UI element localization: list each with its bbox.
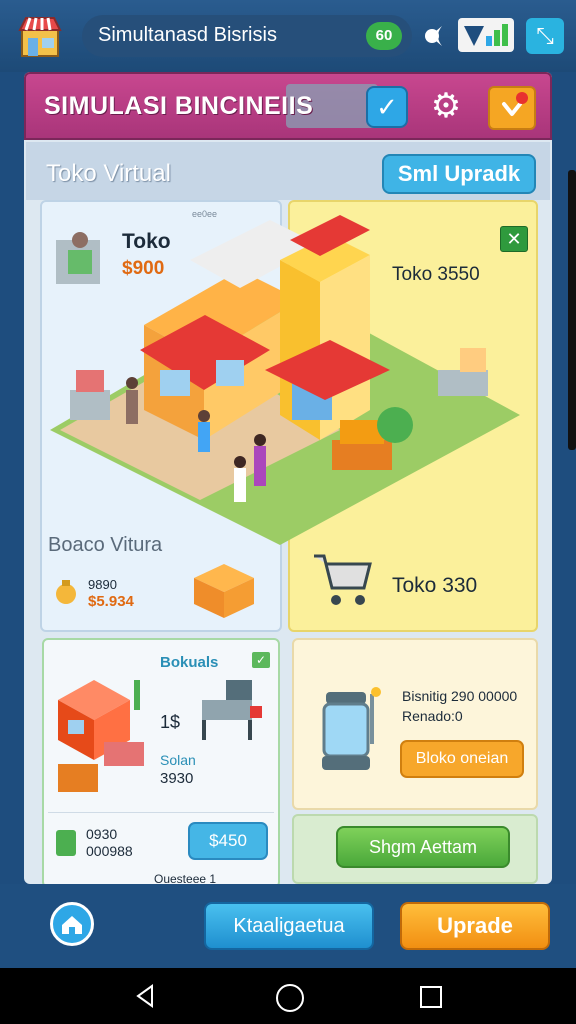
- divider: [48, 812, 274, 813]
- home-icon[interactable]: [50, 902, 94, 946]
- nav-recent-icon[interactable]: [420, 986, 442, 1008]
- toko-right-label: Toko 3550: [392, 264, 480, 285]
- coin-bag-icon: [54, 578, 78, 606]
- page-title: SIMULASI BINCINEIIS: [44, 92, 314, 120]
- toko-label: Toko: [122, 230, 171, 253]
- catalog-button[interactable]: Ktaaligaetua: [204, 902, 374, 950]
- solan-label: Solan: [160, 752, 196, 768]
- boaco-stat-1: 9890: [88, 577, 117, 592]
- coin-stat-1: 0930: [86, 826, 118, 842]
- app-title: Simultanasd Bisrisis: [98, 24, 277, 46]
- check-icon[interactable]: ✓: [252, 652, 270, 668]
- tiny-label: ee0ee: [192, 209, 218, 219]
- toko-right-label-2: Toko 330: [392, 574, 478, 597]
- back-icon[interactable]: [422, 22, 448, 50]
- upgrade-button[interactable]: Uprade: [400, 902, 550, 950]
- nav-home-icon[interactable]: [276, 984, 304, 1012]
- check-icon[interactable]: ✕: [500, 226, 528, 252]
- upgrade-top-button[interactable]: Sml Upradk: [382, 154, 536, 194]
- price-button[interactable]: $450: [188, 822, 268, 860]
- scrollbar[interactable]: [568, 170, 576, 450]
- desk-computer-icon: [192, 676, 264, 748]
- expand-icon[interactable]: ⤡: [526, 18, 564, 54]
- worker-icon: [56, 232, 100, 284]
- mini-shop-illustration: [54, 660, 154, 800]
- signal-icon: [458, 18, 514, 52]
- section-title: Toko Virtual: [46, 160, 171, 187]
- bisnis-line-2: Renado:0: [402, 708, 463, 724]
- cart-icon: [310, 548, 376, 614]
- bokuals-label: Bokuals: [160, 654, 219, 671]
- cashier-icon: [438, 348, 488, 396]
- coin-stat-2: 000988: [86, 843, 133, 859]
- boaco-label: Boaco Vitura: [48, 534, 163, 556]
- check-icon[interactable]: ✓: [366, 86, 408, 128]
- cash-icon: [56, 830, 76, 856]
- coin-badge: 60: [366, 22, 402, 50]
- heart-icon[interactable]: [488, 86, 536, 130]
- boaco-stat-2: $5.934: [88, 593, 134, 610]
- crate-icon: [190, 558, 258, 622]
- counter-icon: [70, 370, 110, 420]
- one-s-label: 1$: [160, 712, 181, 732]
- gear-icon[interactable]: ⚙: [426, 86, 466, 126]
- toko-price: $900: [122, 258, 165, 279]
- bisnis-line-1: Bisnitig 290 00000: [402, 688, 518, 704]
- store-icon[interactable]: [16, 12, 64, 60]
- nav-back-icon[interactable]: [132, 982, 160, 1010]
- solan-value: 3930: [160, 770, 194, 787]
- action-button[interactable]: Shgm Aettam: [336, 826, 510, 868]
- buy-button[interactable]: Bloko oneian: [400, 740, 524, 778]
- machine-icon: [316, 678, 386, 774]
